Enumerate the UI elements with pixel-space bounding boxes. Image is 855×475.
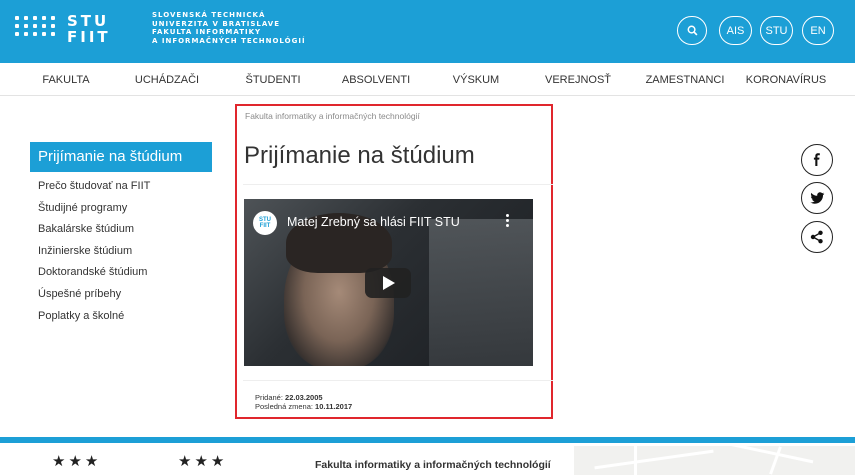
nav-item-zamestnanci[interactable]: ZAMESTNANCI	[646, 74, 725, 86]
play-button[interactable]	[365, 268, 411, 298]
logo-dots	[15, 16, 56, 36]
nav-item-absolventi[interactable]: ABSOLVENTI	[342, 74, 410, 86]
footer-faculty-title: Fakulta informatiky a informačných techn…	[315, 459, 551, 471]
university-line: A INFORMAČNÝCH TECHNOLÓGIÍ	[152, 36, 306, 45]
main-navigation: FAKULTA UCHÁDZAČI ŠTUDENTI ABSOLVENTI VÝ…	[0, 63, 855, 96]
breadcrumb[interactable]: Fakulta informatiky a informačných techn…	[245, 111, 420, 121]
sidebar-menu: Prečo študovať na FIIT Študijné programy…	[38, 180, 150, 331]
video-player[interactable]: STU FIIT Matej Zrebný sa hlási FIIT STU	[244, 199, 533, 366]
nav-item-vyskum[interactable]: VÝSKUM	[453, 74, 499, 86]
footer-stars-right: ★★★	[178, 453, 228, 470]
ais-button[interactable]: AIS	[719, 16, 752, 45]
footer-stars-left: ★★★	[52, 453, 102, 470]
nav-item-uchadzaci[interactable]: UCHÁDZAČI	[135, 74, 199, 86]
facebook-icon	[813, 153, 820, 166]
logo-line-stu: STU	[67, 12, 110, 30]
video-background	[429, 219, 533, 366]
footer-map[interactable]	[574, 446, 855, 475]
sidebar-item-uspesne-pribehy[interactable]: Úspešné príbehy	[38, 288, 150, 310]
university-line: UNIVERZITA V BRATISLAVE	[152, 19, 280, 28]
share-icon	[810, 230, 823, 244]
facebook-share-button[interactable]	[801, 144, 833, 176]
stu-button[interactable]: STU	[760, 16, 793, 45]
nav-item-koronavirus[interactable]: KORONAVÍRUS	[746, 74, 826, 86]
sidebar-item-bakalarske-studium[interactable]: Bakalárske štúdium	[38, 223, 150, 245]
top-header: STU FIIT SLOVENSKÁ TECHNICKÁ UNIVERZITA …	[0, 0, 855, 63]
sidebar-item-inzinierske-studium[interactable]: Inžinierske štúdium	[38, 245, 150, 267]
stu-fiit-logo[interactable]: STU FIIT	[15, 13, 115, 49]
en-language-button[interactable]: EN	[802, 16, 834, 45]
logo-line-fiit: FIIT	[67, 28, 111, 46]
twitter-icon	[809, 191, 824, 204]
modified-date: 10.11.2017	[315, 401, 353, 411]
sidebar-item-doktorandske-studium[interactable]: Doktorandské štúdium	[38, 266, 150, 288]
search-icon	[687, 25, 697, 36]
video-more-options-icon[interactable]	[506, 214, 510, 228]
nav-item-studenti[interactable]: ŠTUDENTI	[246, 74, 301, 86]
search-button[interactable]	[677, 16, 707, 45]
sidebar-item-preco-studovat[interactable]: Prečo študovať na FIIT	[38, 180, 150, 202]
nav-item-fakulta[interactable]: FAKULTA	[42, 74, 89, 86]
divider	[243, 184, 553, 185]
nav-item-verejnost[interactable]: VEREJNOSŤ	[545, 74, 611, 86]
university-line: SLOVENSKÁ TECHNICKÁ	[152, 11, 266, 19]
main-content-highlight: Fakulta informatiky a informačných techn…	[235, 104, 553, 419]
video-title[interactable]: Matej Zrebný sa hlási FIIT STU	[287, 215, 460, 229]
modified-label: Posledná zmena:	[255, 401, 313, 411]
twitter-share-button[interactable]	[801, 182, 833, 214]
university-line: FAKULTA INFORMATIKY	[152, 28, 262, 36]
channel-avatar-line: FIIT	[259, 223, 271, 229]
university-name: SLOVENSKÁ TECHNICKÁ UNIVERZITA V BRATISL…	[152, 11, 306, 45]
sidebar-item-studijne-programy[interactable]: Študijné programy	[38, 202, 150, 224]
share-button[interactable]	[801, 221, 833, 253]
sidebar-title[interactable]: Prijímanie na štúdium	[30, 142, 212, 172]
channel-avatar[interactable]: STU FIIT	[253, 211, 277, 235]
page-title: Prijímanie na štúdium	[244, 142, 475, 169]
page-metadata: Pridané: 22.03.2005 Posledná zmena: 10.1…	[255, 393, 353, 411]
logo-text: STU FIIT	[67, 13, 111, 45]
sidebar-item-poplatky[interactable]: Poplatky a školné	[38, 310, 150, 332]
divider	[243, 380, 553, 381]
